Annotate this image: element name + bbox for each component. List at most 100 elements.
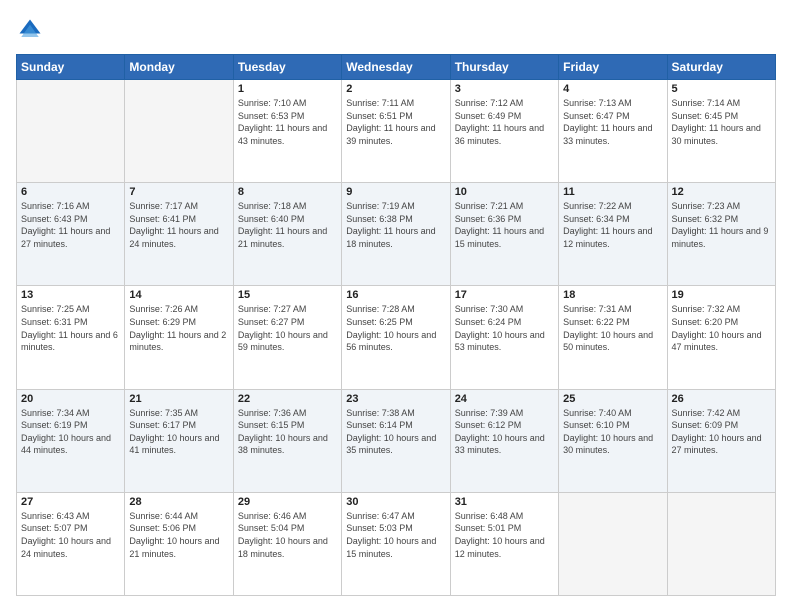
day-number: 5 — [672, 83, 771, 95]
calendar-cell: 29 Sunrise: 6:46 AMSunset: 5:04 PMDayligh… — [233, 492, 341, 595]
calendar-cell: 20Sunrise: 7:34 AMSunset: 6:19 PMDayligh… — [17, 389, 125, 492]
weekday-header: Sunday — [17, 55, 125, 80]
calendar-cell: 19Sunrise: 7:32 AMSunset: 6:20 PMDayligh… — [667, 286, 775, 389]
logo — [16, 16, 48, 44]
header — [16, 16, 776, 44]
day-number: 1 — [238, 83, 337, 95]
weekday-header: Thursday — [450, 55, 558, 80]
day-info: Sunrise: 7:25 AMSunset: 6:31 PMDaylight:… — [21, 303, 120, 353]
day-number: 27 — [21, 496, 120, 508]
day-info: Sunrise: 7:39 AMSunset: 6:12 PMDaylight:… — [455, 407, 554, 457]
weekday-header: Wednesday — [342, 55, 450, 80]
day-number: 2 — [346, 83, 445, 95]
calendar-cell: 10 Sunrise: 7:21 AMSunset: 6:36 PMDayligh… — [450, 183, 558, 286]
calendar-cell: 8Sunrise: 7:18 AMSunset: 6:40 PMDaylight… — [233, 183, 341, 286]
calendar-cell: 13 Sunrise: 7:25 AMSunset: 6:31 PMDayligh… — [17, 286, 125, 389]
day-info: Sunrise: 7:38 AMSunset: 6:14 PMDaylight:… — [346, 407, 445, 457]
calendar-cell: 3 Sunrise: 7:12 AMSunset: 6:49 PMDaylight… — [450, 80, 558, 183]
day-info: Sunrise: 7:21 AMSunset: 6:36 PMDaylight:… — [455, 200, 554, 250]
day-number: 9 — [346, 186, 445, 198]
day-info: Sunrise: 7:23 AMSunset: 6:32 PMDaylight:… — [672, 200, 771, 250]
calendar-cell: 21Sunrise: 7:35 AMSunset: 6:17 PMDayligh… — [125, 389, 233, 492]
calendar-cell — [667, 492, 775, 595]
calendar-cell: 25Sunrise: 7:40 AMSunset: 6:10 PMDayligh… — [559, 389, 667, 492]
weekday-header: Tuesday — [233, 55, 341, 80]
day-number: 10 — [455, 186, 554, 198]
calendar-week-row: 6 Sunrise: 7:16 AMSunset: 6:43 PMDaylight… — [17, 183, 776, 286]
day-info: Sunrise: 7:10 AMSunset: 6:53 PMDaylight:… — [238, 97, 337, 147]
day-number: 15 — [238, 289, 337, 301]
calendar-cell — [559, 492, 667, 595]
page: SundayMondayTuesdayWednesdayThursdayFrid… — [0, 0, 792, 612]
calendar-cell: 24 Sunrise: 7:39 AMSunset: 6:12 PMDayligh… — [450, 389, 558, 492]
day-info: Sunrise: 6:46 AMSunset: 5:04 PMDaylight:… — [238, 510, 337, 560]
calendar-cell: 11 Sunrise: 7:22 AMSunset: 6:34 PMDayligh… — [559, 183, 667, 286]
day-number: 14 — [129, 289, 228, 301]
day-info: Sunrise: 6:47 AMSunset: 5:03 PMDaylight:… — [346, 510, 445, 560]
day-info: Sunrise: 7:42 AMSunset: 6:09 PMDaylight:… — [672, 407, 771, 457]
calendar-cell: 16Sunrise: 7:28 AMSunset: 6:25 PMDayligh… — [342, 286, 450, 389]
day-number: 31 — [455, 496, 554, 508]
day-info: Sunrise: 7:36 AMSunset: 6:15 PMDaylight:… — [238, 407, 337, 457]
day-info: Sunrise: 7:14 AMSunset: 6:45 PMDaylight:… — [672, 97, 771, 147]
day-number: 8 — [238, 186, 337, 198]
day-number: 4 — [563, 83, 662, 95]
calendar-cell: 26Sunrise: 7:42 AMSunset: 6:09 PMDayligh… — [667, 389, 775, 492]
calendar-cell: 22 Sunrise: 7:36 AMSunset: 6:15 PMDayligh… — [233, 389, 341, 492]
weekday-header: Saturday — [667, 55, 775, 80]
day-number: 28 — [129, 496, 228, 508]
calendar-week-row: 13 Sunrise: 7:25 AMSunset: 6:31 PMDayligh… — [17, 286, 776, 389]
calendar-week-row: 1 Sunrise: 7:10 AMSunset: 6:53 PMDaylight… — [17, 80, 776, 183]
day-info: Sunrise: 7:27 AMSunset: 6:27 PMDaylight:… — [238, 303, 337, 353]
day-info: Sunrise: 7:34 AMSunset: 6:19 PMDaylight:… — [21, 407, 120, 457]
day-number: 24 — [455, 393, 554, 405]
calendar-cell: 30 Sunrise: 6:47 AMSunset: 5:03 PMDayligh… — [342, 492, 450, 595]
calendar-cell — [17, 80, 125, 183]
calendar-header-row: SundayMondayTuesdayWednesdayThursdayFrid… — [17, 55, 776, 80]
calendar-cell: 12 Sunrise: 7:23 AMSunset: 6:32 PMDayligh… — [667, 183, 775, 286]
day-number: 29 — [238, 496, 337, 508]
day-number: 17 — [455, 289, 554, 301]
day-info: Sunrise: 6:48 AMSunset: 5:01 PMDaylight:… — [455, 510, 554, 560]
day-info: Sunrise: 7:30 AMSunset: 6:24 PMDaylight:… — [455, 303, 554, 353]
weekday-header: Monday — [125, 55, 233, 80]
calendar-cell: 1 Sunrise: 7:10 AMSunset: 6:53 PMDaylight… — [233, 80, 341, 183]
day-number: 3 — [455, 83, 554, 95]
calendar-cell: 5 Sunrise: 7:14 AMSunset: 6:45 PMDaylight… — [667, 80, 775, 183]
day-number: 22 — [238, 393, 337, 405]
calendar-cell: 17 Sunrise: 7:30 AMSunset: 6:24 PMDayligh… — [450, 286, 558, 389]
day-number: 18 — [563, 289, 662, 301]
day-number: 30 — [346, 496, 445, 508]
day-number: 25 — [563, 393, 662, 405]
day-number: 16 — [346, 289, 445, 301]
day-info: Sunrise: 7:17 AMSunset: 6:41 PMDaylight:… — [129, 200, 228, 250]
weekday-header: Friday — [559, 55, 667, 80]
day-number: 19 — [672, 289, 771, 301]
day-info: Sunrise: 7:22 AMSunset: 6:34 PMDaylight:… — [563, 200, 662, 250]
calendar-cell: 14 Sunrise: 7:26 AMSunset: 6:29 PMDayligh… — [125, 286, 233, 389]
day-number: 6 — [21, 186, 120, 198]
day-info: Sunrise: 7:26 AMSunset: 6:29 PMDaylight:… — [129, 303, 228, 353]
calendar-cell: 7 Sunrise: 7:17 AMSunset: 6:41 PMDaylight… — [125, 183, 233, 286]
day-number: 23 — [346, 393, 445, 405]
day-number: 11 — [563, 186, 662, 198]
calendar-cell: 27 Sunrise: 6:43 AMSunset: 5:07 PMDayligh… — [17, 492, 125, 595]
day-info: Sunrise: 7:16 AMSunset: 6:43 PMDaylight:… — [21, 200, 120, 250]
calendar-cell: 15 Sunrise: 7:27 AMSunset: 6:27 PMDayligh… — [233, 286, 341, 389]
calendar-cell: 6 Sunrise: 7:16 AMSunset: 6:43 PMDaylight… — [17, 183, 125, 286]
calendar-week-row: 27 Sunrise: 6:43 AMSunset: 5:07 PMDayligh… — [17, 492, 776, 595]
calendar-table: SundayMondayTuesdayWednesdayThursdayFrid… — [16, 54, 776, 596]
day-info: Sunrise: 7:12 AMSunset: 6:49 PMDaylight:… — [455, 97, 554, 147]
calendar-cell: 18 Sunrise: 7:31 AMSunset: 6:22 PMDayligh… — [559, 286, 667, 389]
calendar-week-row: 20Sunrise: 7:34 AMSunset: 6:19 PMDayligh… — [17, 389, 776, 492]
day-info: Sunrise: 6:44 AMSunset: 5:06 PMDaylight:… — [129, 510, 228, 560]
calendar-cell: 31 Sunrise: 6:48 AMSunset: 5:01 PMDayligh… — [450, 492, 558, 595]
day-info: Sunrise: 7:31 AMSunset: 6:22 PMDaylight:… — [563, 303, 662, 353]
logo-icon — [16, 16, 44, 44]
day-number: 13 — [21, 289, 120, 301]
day-info: Sunrise: 6:43 AMSunset: 5:07 PMDaylight:… — [21, 510, 120, 560]
day-number: 7 — [129, 186, 228, 198]
day-info: Sunrise: 7:11 AMSunset: 6:51 PMDaylight:… — [346, 97, 445, 147]
calendar-cell: 4Sunrise: 7:13 AMSunset: 6:47 PMDaylight… — [559, 80, 667, 183]
day-number: 12 — [672, 186, 771, 198]
